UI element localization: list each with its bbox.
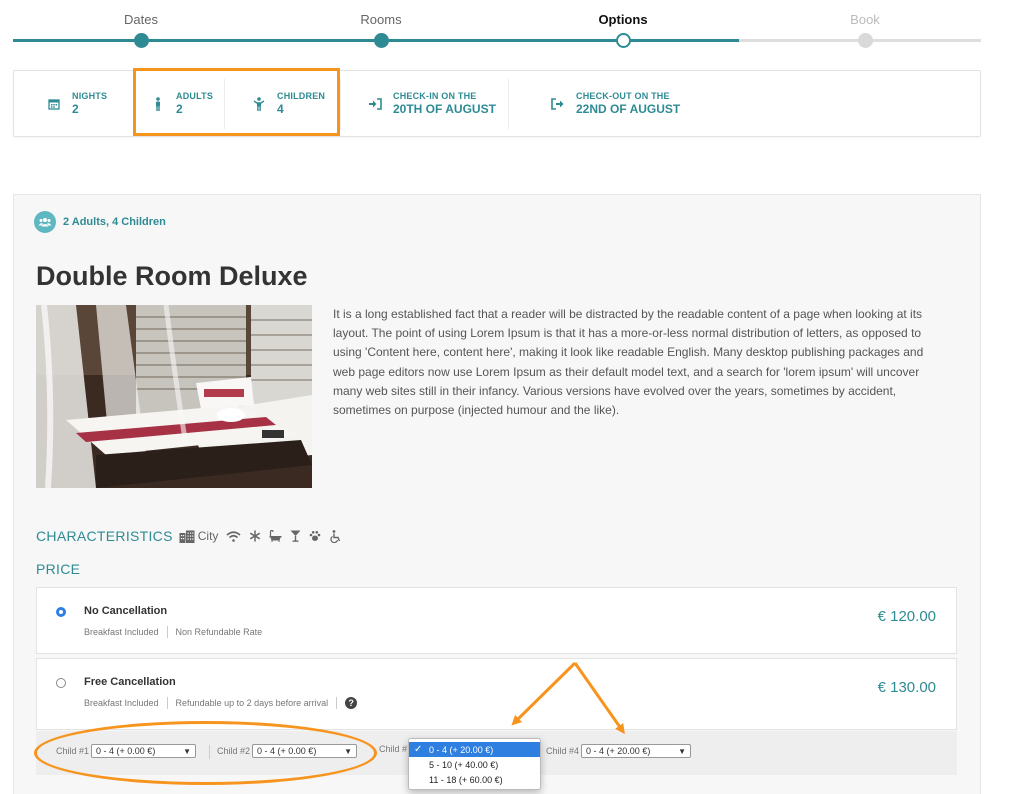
option-label: 0 - 4 (+ 20.00 €): [429, 744, 494, 755]
checkout-value: 22ND OF AUGUST: [576, 101, 681, 116]
child-label: Child #: [379, 744, 408, 754]
wheelchair-icon: [329, 529, 341, 543]
checkmark-icon: ✓: [414, 744, 423, 755]
dropdown-option[interactable]: 5 - 10 (+ 40.00 €): [409, 757, 540, 772]
step-label: Book: [850, 12, 880, 27]
step-label: Dates: [124, 12, 158, 27]
rate-option-free-cancellation[interactable]: Free Cancellation Breakfast Included Ref…: [36, 658, 957, 730]
divider: [340, 79, 341, 129]
dropdown-option[interactable]: ✓ 0 - 4 (+ 20.00 €): [409, 742, 540, 757]
step-book: Book: [805, 0, 925, 48]
price-title: PRICE: [36, 561, 81, 577]
rate-option-no-cancellation[interactable]: No Cancellation Breakfast Included Non R…: [36, 587, 957, 654]
divider: [166, 626, 168, 638]
users-icon: [34, 211, 56, 233]
divider: [166, 697, 168, 709]
divider: [508, 79, 509, 129]
bathtub-icon: [269, 530, 282, 542]
paw-icon: [309, 530, 321, 542]
city-characteristic: City: [179, 529, 219, 543]
rate-meta: Breakfast Included Refundable up to 2 da…: [84, 697, 358, 709]
guests-highlight-box: [133, 68, 340, 136]
building-icon: [179, 530, 195, 543]
child-4-age-select[interactable]: 0 - 4 (+ 20.00 €) ▼: [581, 744, 692, 758]
option-label: 5 - 10 (+ 40.00 €): [429, 759, 499, 770]
child-3-age-dropdown[interactable]: ✓ 0 - 4 (+ 20.00 €) 5 - 10 (+ 40.00 €) 1…: [408, 738, 541, 790]
divider: [336, 697, 338, 709]
dropdown-option[interactable]: 11 - 18 (+ 60.00 €): [409, 772, 540, 787]
occupancy: 2 Adults, 4 Children: [34, 211, 166, 233]
step-rooms[interactable]: Rooms: [321, 0, 441, 48]
rate-meta-item: Non Refundable Rate: [175, 627, 263, 637]
sign-out-icon: [550, 96, 566, 112]
room-card: 2 Adults, 4 Children Double Room Deluxe: [13, 194, 981, 794]
nights-value: 2: [72, 101, 79, 116]
occupancy-text: 2 Adults, 4 Children: [63, 216, 166, 228]
rate-meta-item: Breakfast Included: [84, 627, 159, 637]
step-dot: [374, 33, 389, 48]
checkin-label: CHECK-IN ON THE: [393, 90, 477, 101]
checkout-label: CHECK-OUT ON THE: [576, 90, 670, 101]
summary-checkin[interactable]: CHECK-IN ON THE 20TH OF AUGUST: [367, 71, 496, 136]
child-4-age: Child #4 0 - 4 (+ 20.00 €) ▼: [546, 744, 692, 758]
summary-checkout[interactable]: CHECK-OUT ON THE 22ND OF AUGUST: [550, 71, 680, 136]
summary-nights[interactable]: NIGHTS 2: [46, 71, 107, 136]
step-dates[interactable]: Dates: [81, 0, 201, 48]
booking-stepper: Dates Rooms Options Book: [0, 0, 1010, 56]
checkin-value: 20TH OF AUGUST: [393, 101, 496, 116]
step-label: Options: [598, 12, 648, 27]
room-description: It is a long established fact that a rea…: [333, 307, 924, 418]
rate-radio[interactable]: [56, 678, 66, 688]
chevron-down-icon: ▼: [678, 746, 687, 756]
snowflake-icon: [249, 530, 261, 542]
rate-price: € 130.00: [877, 679, 936, 696]
room-photo[interactable]: [36, 305, 312, 488]
rate-meta-item: Refundable up to 2 days before arrival: [175, 698, 329, 708]
wifi-icon: [226, 530, 241, 542]
nights-label: NIGHTS: [72, 90, 108, 101]
sign-in-icon: [367, 96, 383, 112]
step-options[interactable]: Options: [563, 0, 683, 48]
step-dot: [616, 33, 631, 48]
rate-name: Free Cancellation: [84, 676, 176, 688]
room-title: Double Room Deluxe: [36, 261, 308, 291]
rate-radio[interactable]: [56, 607, 66, 617]
rate-meta-item: Breakfast Included: [84, 698, 159, 708]
child-3-age[interactable]: Child #: [379, 744, 407, 754]
step-label: Rooms: [360, 12, 402, 27]
characteristic-icons: [226, 529, 349, 543]
step-dot: [858, 33, 873, 48]
help-icon[interactable]: ?: [345, 697, 358, 709]
rate-meta: Breakfast Included Non Refundable Rate: [84, 626, 262, 638]
cocktail-icon: [290, 530, 301, 542]
characteristics-title: CHARACTERISTICS: [36, 528, 173, 544]
rate-name: No Cancellation: [84, 605, 168, 617]
city-label: City: [197, 529, 219, 543]
child-label: Child #4: [546, 746, 580, 756]
step-dot: [134, 33, 149, 48]
rate-price: € 120.00: [877, 608, 936, 625]
select-value: 0 - 4 (+ 20.00 €): [586, 746, 651, 756]
calendar-icon: [46, 96, 62, 112]
characteristics-row: CHARACTERISTICS City: [36, 528, 349, 544]
children-highlight-ellipse: [34, 721, 377, 785]
option-label: 11 - 18 (+ 60.00 €): [429, 774, 503, 785]
